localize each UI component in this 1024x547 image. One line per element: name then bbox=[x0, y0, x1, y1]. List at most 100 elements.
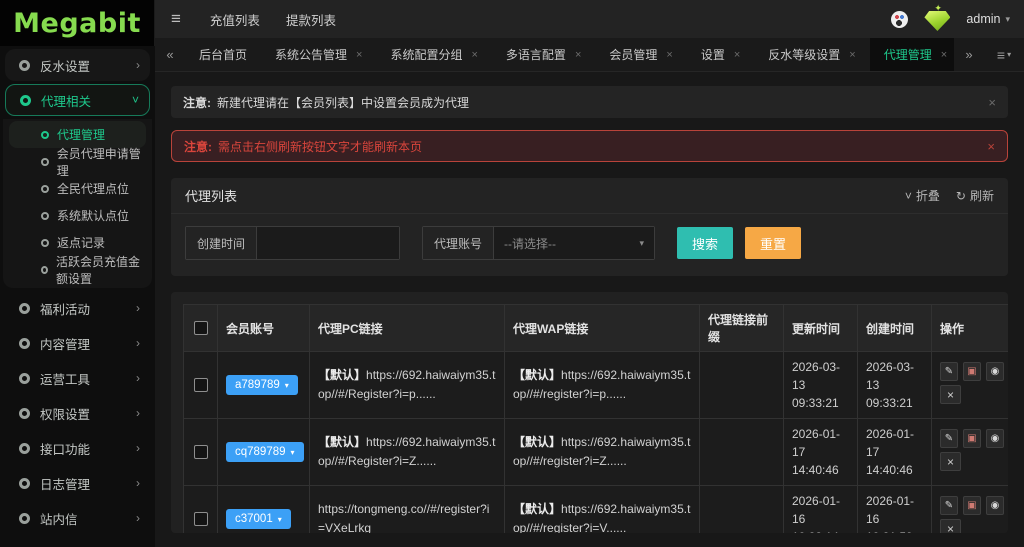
tab-close-icon[interactable]: × bbox=[666, 49, 672, 61]
tab-system-announcement[interactable]: 系统公告管理 × bbox=[261, 38, 376, 71]
tab-home[interactable]: 后台首页 bbox=[185, 38, 261, 71]
chevron-right-icon: › bbox=[136, 441, 140, 455]
tabs-scroll-left-icon[interactable]: « bbox=[155, 38, 185, 71]
chevron-down-icon: ˅ bbox=[132, 93, 139, 107]
tab-multilanguage[interactable]: 多语言配置 × bbox=[492, 38, 595, 71]
gem-avatar-icon[interactable]: ✦ bbox=[924, 7, 950, 31]
tab-rebate-level[interactable]: 反水等级设置 × bbox=[754, 38, 869, 71]
tab-close-icon[interactable]: × bbox=[941, 49, 947, 61]
menu-ring-icon bbox=[19, 478, 30, 489]
sidebar-subitem-all-agent-points[interactable]: 全民代理点位 bbox=[9, 175, 146, 202]
sidebar: Megabit 反水设置 › 代理相关 ˅ 代理管理 会员代理申请管理 全民代理… bbox=[0, 0, 155, 547]
topbar-item-recharge-list[interactable]: 充值列表 bbox=[197, 0, 273, 38]
sidebar-subitem-member-agent-apply[interactable]: 会员代理申请管理 bbox=[9, 148, 146, 175]
caret-down-icon: ▾ bbox=[1005, 14, 1010, 25]
member-account-badge[interactable]: cq789789 ▾ bbox=[226, 442, 304, 462]
theme-palette-icon[interactable] bbox=[891, 11, 908, 28]
tab-close-icon[interactable]: × bbox=[734, 49, 740, 61]
member-account-badge[interactable]: c37001 ▾ bbox=[226, 509, 291, 529]
chevron-right-icon: › bbox=[136, 511, 140, 525]
delete-button[interactable]: × bbox=[940, 452, 961, 471]
subitem-label: 返点记录 bbox=[57, 234, 105, 251]
agent-wap-link-cell: 【默认】https://692.haiwaiym35.top//#/regist… bbox=[505, 352, 700, 419]
tab-close-icon[interactable]: × bbox=[575, 49, 581, 61]
tab-label: 系统配置分组 bbox=[390, 46, 462, 63]
operations-cell: ✎ ▣ ◉ ▤ × bbox=[932, 486, 1009, 534]
sidebar-item-logs[interactable]: 日志管理 › bbox=[5, 467, 150, 499]
tab-close-icon[interactable]: × bbox=[849, 49, 855, 61]
tab-settings[interactable]: 设置 × bbox=[687, 38, 754, 71]
menu-ring-icon bbox=[19, 60, 30, 71]
notice-prefix: 注意: bbox=[184, 138, 212, 155]
topbar-item-withdraw-list[interactable]: 提款列表 bbox=[273, 0, 349, 38]
member-account-badge[interactable]: a789789 ▾ bbox=[226, 375, 298, 395]
user-dropdown[interactable]: admin ▾ bbox=[966, 12, 1010, 26]
operations-cell: ✎ ▣ ◉ ▤ × bbox=[932, 419, 1009, 486]
refresh-button[interactable]: ↻ 刷新 bbox=[956, 187, 994, 204]
select-caret-icon: ▾ bbox=[640, 238, 645, 249]
created-time-cell: 2026-01-17 14:40:46 bbox=[858, 419, 932, 486]
edit-button[interactable]: ✎ bbox=[940, 496, 958, 515]
agent-pc-link-cell: 【默认】https://692.haiwaiym35.top//#/Regist… bbox=[310, 419, 505, 486]
edit-button[interactable]: ✎ bbox=[940, 362, 958, 381]
search-form: 创建时间 代理账号 --请选择-- ▾ 搜索 重置 bbox=[171, 214, 1008, 276]
history-button[interactable]: ◉ bbox=[986, 362, 1004, 381]
col-member-account: 会员账号 bbox=[218, 305, 310, 352]
select-value: --请选择-- bbox=[504, 235, 556, 252]
create-time-group: 创建时间 bbox=[185, 226, 400, 260]
subitem-label: 全民代理点位 bbox=[57, 180, 129, 197]
sidebar-item-content[interactable]: 内容管理 › bbox=[5, 327, 150, 359]
tab-agent-manage[interactable]: 代理管理 × bbox=[870, 38, 954, 71]
tab-label: 反水等级设置 bbox=[768, 46, 840, 63]
notice-close-icon[interactable]: × bbox=[988, 95, 996, 110]
edit-button[interactable]: ✎ bbox=[940, 429, 958, 448]
create-time-input[interactable] bbox=[257, 227, 399, 259]
tabs-menu-dropdown[interactable]: ≡ ▾ bbox=[984, 47, 1024, 63]
sidebar-item-app[interactable]: APP相关 › bbox=[5, 537, 150, 547]
tab-system-config-group[interactable]: 系统配置分组 × bbox=[376, 38, 491, 71]
tab-label: 代理管理 bbox=[884, 46, 932, 63]
card-button[interactable]: ▣ bbox=[963, 496, 981, 515]
sidebar-item-api[interactable]: 接口功能 › bbox=[5, 432, 150, 464]
sidebar-item-label: 运营工具 bbox=[40, 369, 90, 388]
table-row: c37001 ▾ https://tongmeng.co//#/register… bbox=[184, 486, 1009, 534]
sidebar-item-messages[interactable]: 站内信 › bbox=[5, 502, 150, 534]
sidebar-item-agent-related[interactable]: 代理相关 ˅ bbox=[5, 84, 150, 116]
agent-account-select[interactable]: --请选择-- ▾ bbox=[494, 227, 654, 259]
row-checkbox[interactable] bbox=[194, 445, 208, 459]
table-row: cq789789 ▾ 【默认】https://692.haiwaiym35.to… bbox=[184, 419, 1009, 486]
sidebar-item-permissions[interactable]: 权限设置 › bbox=[5, 397, 150, 429]
tab-label: 会员管理 bbox=[609, 46, 657, 63]
tab-label: 系统公告管理 bbox=[275, 46, 347, 63]
tab-close-icon[interactable]: × bbox=[356, 49, 362, 61]
notice-close-icon[interactable]: × bbox=[987, 139, 995, 154]
tab-close-icon[interactable]: × bbox=[471, 49, 477, 61]
collapse-button[interactable]: ˅ 折叠 bbox=[905, 187, 940, 204]
history-button[interactable]: ◉ bbox=[986, 429, 1004, 448]
delete-button[interactable]: × bbox=[940, 385, 961, 404]
card-button[interactable]: ▣ bbox=[963, 429, 981, 448]
menu-ring-icon bbox=[19, 443, 30, 454]
sidebar-item-rebate-settings[interactable]: 反水设置 › bbox=[5, 49, 150, 81]
agent-link-prefix-cell bbox=[700, 419, 784, 486]
card-button[interactable]: ▣ bbox=[963, 362, 981, 381]
sidebar-item-welfare[interactable]: 福利活动 › bbox=[5, 292, 150, 324]
sidebar-item-operation-tools[interactable]: 运营工具 › bbox=[5, 362, 150, 394]
delete-button[interactable]: × bbox=[940, 519, 961, 533]
history-button[interactable]: ◉ bbox=[986, 496, 1004, 515]
caret-down-icon: ▾ bbox=[285, 381, 289, 390]
tabs-scroll-right-icon[interactable]: » bbox=[954, 47, 984, 62]
sidebar-subitem-system-default-points[interactable]: 系统默认点位 bbox=[9, 202, 146, 229]
search-button[interactable]: 搜索 bbox=[677, 227, 733, 259]
sidebar-subitem-active-member-recharge[interactable]: 活跃会员充值金额设置 bbox=[9, 256, 146, 283]
select-all-checkbox[interactable] bbox=[194, 321, 208, 335]
tabbar-right: » ≡ ▾ bbox=[954, 38, 1024, 71]
reset-button[interactable]: 重置 bbox=[745, 227, 801, 259]
agent-account-label: 代理账号 bbox=[423, 227, 494, 259]
row-checkbox[interactable] bbox=[194, 512, 208, 526]
tab-member-manage[interactable]: 会员管理 × bbox=[595, 38, 686, 71]
hamburger-icon[interactable]: ≡ bbox=[155, 9, 197, 29]
subitem-label: 系统默认点位 bbox=[57, 207, 129, 224]
menu-ring-icon bbox=[19, 513, 30, 524]
row-checkbox[interactable] bbox=[194, 378, 208, 392]
